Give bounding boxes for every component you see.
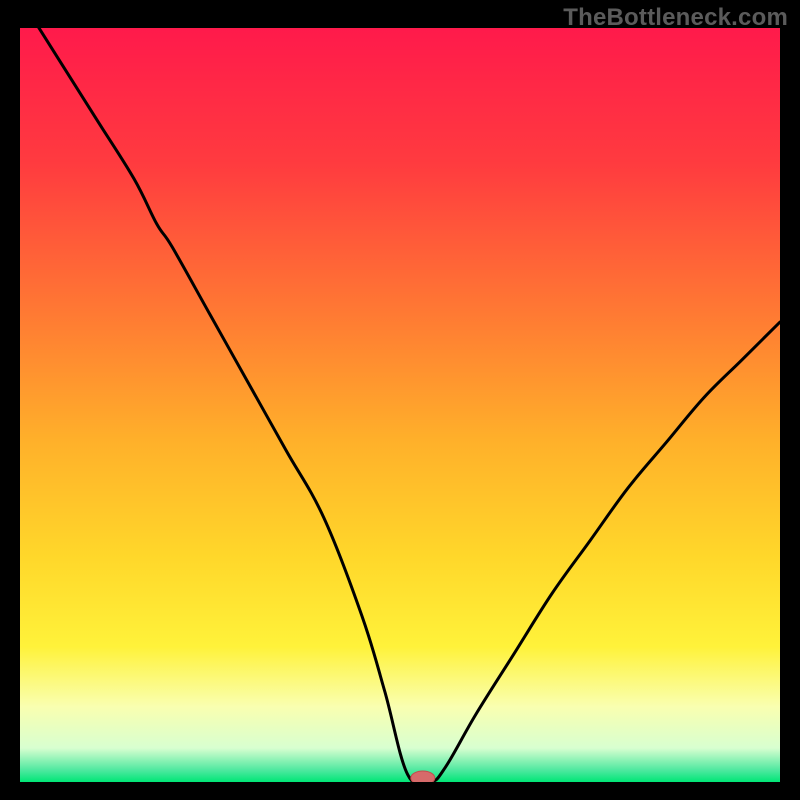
attribution-label: TheBottleneck.com: [563, 4, 788, 32]
plot-area: [20, 28, 780, 782]
plot-svg: [20, 28, 780, 782]
minimum-marker: [411, 771, 435, 782]
chart-frame: TheBottleneck.com: [0, 0, 800, 800]
gradient-background: [20, 28, 780, 782]
